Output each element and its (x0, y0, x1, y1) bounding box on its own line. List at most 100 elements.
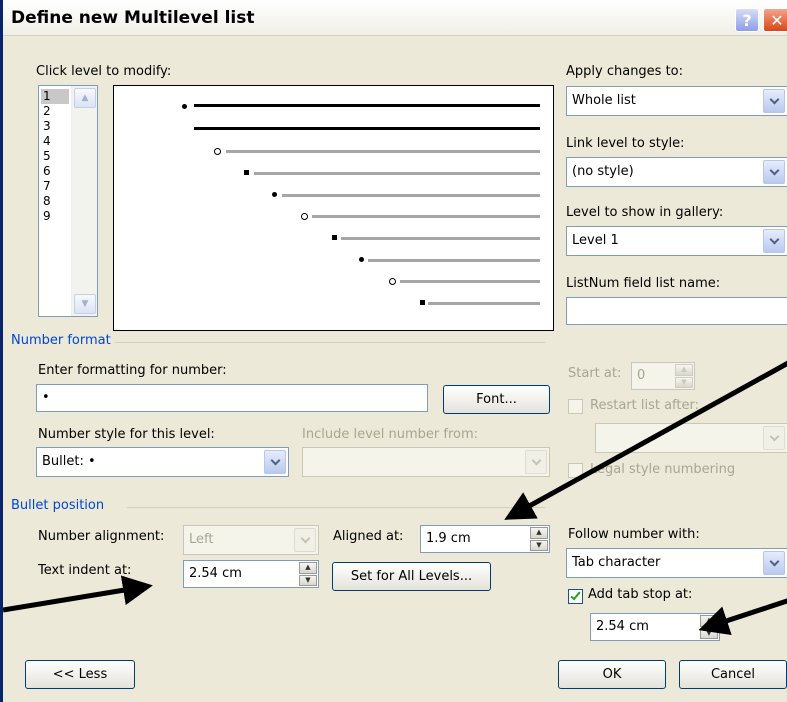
chevron-down-icon (769, 234, 779, 244)
gallery-level-value: Level 1 (572, 233, 619, 248)
tab-stop-input[interactable]: 2.54 cm ▲ ▼ (590, 613, 720, 641)
legal-style-label: Legal style numbering (590, 462, 736, 477)
restart-list-checkbox[interactable] (568, 399, 583, 414)
preview-line (226, 150, 540, 153)
dropdown-button[interactable] (294, 528, 316, 552)
link-style-label: Link level to style: (566, 136, 685, 151)
number-format-section-title: Number format (11, 333, 111, 348)
number-style-select[interactable]: Bullet: • (36, 447, 289, 477)
scroll-down-button[interactable]: ▼ (74, 294, 96, 314)
apply-changes-value: Whole list (572, 93, 636, 108)
number-format-input[interactable]: • (36, 384, 428, 412)
chevron-down-icon (769, 431, 779, 441)
number-alignment-select[interactable]: Left (183, 525, 319, 555)
spin-up-icon[interactable]: ▲ (675, 364, 693, 376)
filled-bullet-icon (359, 257, 364, 262)
chevron-down-icon (531, 455, 541, 465)
follow-number-value: Tab character (572, 555, 661, 570)
preview-line (254, 172, 540, 175)
less-button[interactable]: << Less (25, 660, 135, 689)
start-at-input[interactable]: 0 ▲ ▼ (631, 362, 695, 390)
aligned-at-label: Aligned at: (333, 529, 404, 544)
follow-number-select[interactable]: Tab character (566, 548, 787, 578)
dropdown-button[interactable] (264, 450, 286, 474)
section-divider (115, 342, 545, 343)
chevron-down-icon (769, 94, 779, 104)
square-bullet-icon (244, 170, 249, 175)
level-list-label: Click level to modify: (36, 64, 172, 79)
spin-up-icon[interactable]: ▲ (299, 562, 317, 574)
level-item[interactable]: 6 (41, 164, 69, 179)
level-item[interactable]: 3 (41, 119, 69, 134)
spin-down-icon[interactable]: ▼ (675, 376, 693, 388)
cancel-button[interactable]: Cancel (679, 660, 787, 689)
level-item[interactable]: 2 (41, 104, 69, 119)
link-style-select[interactable]: (no style) (566, 157, 787, 187)
gallery-level-select[interactable]: Level 1 (566, 226, 787, 256)
tab-stop-value: 2.54 cm (596, 619, 649, 634)
font-button[interactable]: Font... (443, 385, 550, 414)
aligned-at-input[interactable]: 1.9 cm ▲ ▼ (420, 525, 550, 553)
level-item[interactable]: 7 (41, 179, 69, 194)
spin-down-icon[interactable]: ▼ (530, 539, 548, 551)
include-level-select[interactable] (302, 447, 550, 477)
chevron-down-icon (769, 556, 779, 566)
help-button[interactable]: ? (735, 8, 759, 32)
aligned-at-spinner[interactable]: ▲ ▼ (530, 527, 548, 551)
dropdown-button[interactable] (763, 229, 785, 253)
define-multilevel-list-dialog: Define new Multilevel list ? ✕ Click lev… (0, 0, 787, 702)
dialog-title: Define new Multilevel list (11, 8, 255, 28)
text-indent-spinner[interactable]: ▲ ▼ (299, 562, 317, 586)
level-scrollbar[interactable]: ▲ ▼ (71, 86, 97, 316)
preview-line (428, 302, 540, 305)
spin-down-icon[interactable]: ▼ (700, 627, 718, 639)
legal-style-checkbox[interactable] (568, 463, 583, 478)
dropdown-button[interactable] (763, 426, 785, 450)
follow-number-label: Follow number with: (568, 527, 700, 542)
spin-down-icon[interactable]: ▼ (299, 574, 317, 586)
chevron-down-icon (769, 165, 779, 175)
ok-button[interactable]: OK (558, 660, 666, 689)
spin-up-icon[interactable]: ▲ (700, 615, 718, 627)
tab-stop-spinner[interactable]: ▲ ▼ (700, 615, 718, 639)
level-item[interactable]: 1 (41, 89, 69, 104)
level-item[interactable]: 5 (41, 149, 69, 164)
square-bullet-icon (420, 300, 425, 305)
dropdown-button[interactable] (763, 160, 785, 184)
chevron-down-icon: ▼ (81, 299, 89, 309)
bullet-position-section-title: Bullet position (11, 498, 105, 513)
aligned-at-value: 1.9 cm (426, 531, 471, 546)
restart-list-select[interactable] (595, 423, 787, 453)
ok-button-label: OK (602, 667, 622, 682)
cancel-button-label: Cancel (710, 667, 756, 682)
chevron-down-icon (270, 455, 280, 465)
set-for-all-levels-button[interactable]: Set for All Levels... (332, 562, 491, 591)
number-alignment-label: Number alignment: (38, 529, 165, 544)
level-item[interactable]: 4 (41, 134, 69, 149)
listnum-name-input[interactable] (566, 297, 787, 325)
section-divider (127, 507, 545, 508)
text-indent-input[interactable]: 2.54 cm ▲ ▼ (183, 560, 319, 588)
include-level-label: Include level number from: (302, 427, 479, 442)
gallery-level-label: Level to show in gallery: (566, 205, 724, 220)
apply-changes-select[interactable]: Whole list (566, 86, 787, 116)
dropdown-button[interactable] (763, 89, 785, 113)
spin-up-icon[interactable]: ▲ (530, 527, 548, 539)
close-icon: ✕ (770, 10, 784, 30)
set-for-all-levels-label: Set for All Levels... (350, 569, 473, 584)
close-button[interactable]: ✕ (763, 8, 787, 32)
scroll-up-button[interactable]: ▲ (74, 88, 96, 108)
arrow-to-text-indent (3, 575, 153, 613)
preview-line (400, 280, 540, 283)
listnum-name-label: ListNum field list name: (566, 276, 721, 291)
chevron-down-icon (300, 533, 310, 543)
level-item[interactable]: 9 (41, 209, 69, 224)
dropdown-button[interactable] (525, 450, 547, 474)
filled-bullet-icon (272, 192, 277, 197)
level-item[interactable]: 8 (41, 194, 69, 209)
level-listbox[interactable]: 1 2 3 4 5 6 7 8 9 ▲ ▼ (38, 85, 98, 317)
add-tab-stop-checkbox[interactable] (568, 589, 583, 604)
number-alignment-value: Left (189, 532, 214, 547)
dropdown-button[interactable] (763, 551, 785, 575)
start-at-spinner[interactable]: ▲ ▼ (675, 364, 693, 388)
